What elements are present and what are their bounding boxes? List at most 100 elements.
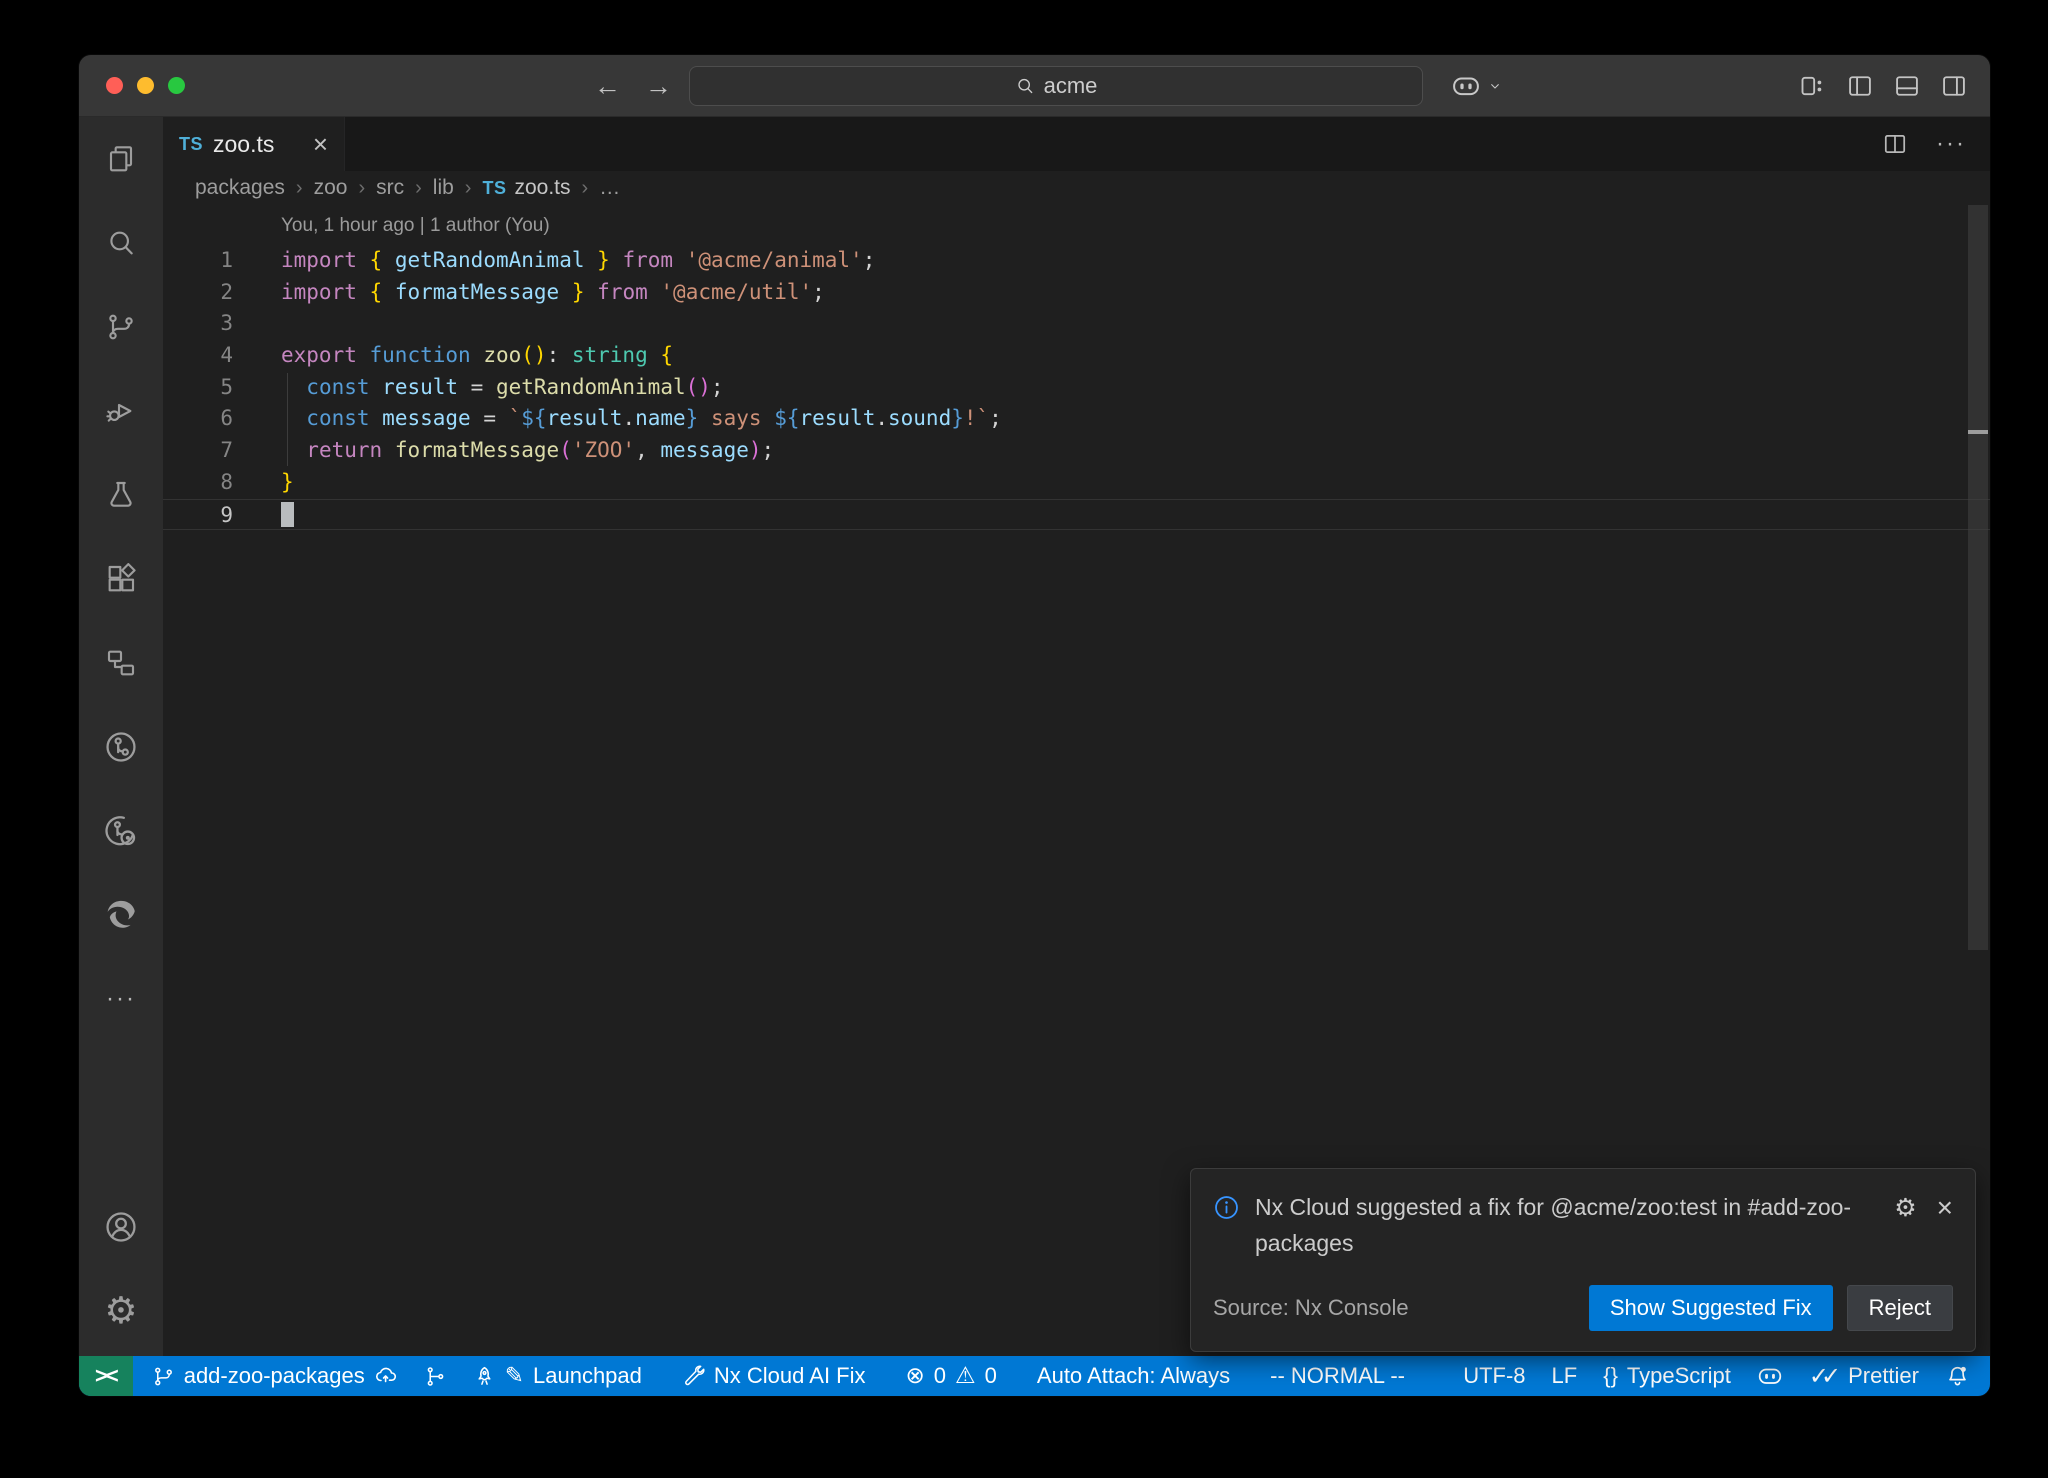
wrench-icon	[682, 1365, 705, 1388]
forward-icon[interactable]: →	[645, 71, 672, 102]
command-center-search[interactable]: acme	[689, 66, 1423, 106]
breadcrumb-file[interactable]: TS zoo.ts	[482, 176, 570, 200]
toggle-sidebar-left-icon[interactable]	[1846, 72, 1874, 100]
braces-icon: {}	[1603, 1363, 1618, 1389]
title-bar: ← → acme	[79, 55, 1990, 117]
close-window-button[interactable]	[106, 77, 123, 94]
nx-console-icon[interactable]	[104, 730, 138, 764]
indent-guide	[287, 373, 288, 466]
nx-cloud-fix-status-item[interactable]: Nx Cloud AI Fix	[669, 1356, 879, 1396]
show-suggested-fix-button[interactable]: Show Suggested Fix	[1589, 1285, 1833, 1331]
tab-bar: TS zoo.ts × ···	[163, 117, 1990, 171]
code-line[interactable]: 7 return formatMessage('ZOO', message);	[163, 435, 1990, 467]
editor-more-actions-icon[interactable]: ···	[1936, 130, 1966, 158]
copilot-status-item[interactable]	[1744, 1356, 1796, 1396]
code-line[interactable]: 5 const result = getRandomAnimal();	[163, 372, 1990, 404]
search-icon[interactable]	[104, 226, 138, 260]
breadcrumb-separator: ›	[358, 177, 365, 200]
command-center-value: acme	[1044, 73, 1098, 99]
activity-bar: ··· ⚙	[79, 117, 163, 1356]
cloud-upload-icon	[374, 1364, 398, 1388]
minimize-window-button[interactable]	[137, 77, 154, 94]
git-branch-icon	[152, 1365, 175, 1388]
split-editor-icon[interactable]	[1882, 131, 1908, 157]
commit-graph-status-item[interactable]	[411, 1356, 460, 1396]
notifications-bell[interactable]	[1932, 1356, 1990, 1396]
source-control-icon[interactable]	[104, 310, 138, 344]
edge-tools-icon[interactable]	[104, 898, 138, 932]
more-views-icon[interactable]: ···	[104, 982, 138, 1016]
code-line[interactable]: 2import { formatMessage } from '@acme/ut…	[163, 277, 1990, 309]
nx-cloud-icon[interactable]	[104, 814, 138, 848]
notification-toast: Nx Cloud suggested a fix for @acme/zoo:t…	[1190, 1168, 1976, 1352]
branch-status-item[interactable]: add-zoo-packages	[139, 1356, 411, 1396]
remote-indicator[interactable]: ><	[79, 1356, 133, 1396]
search-icon	[1015, 76, 1035, 96]
breadcrumb-separator: ›	[582, 177, 589, 200]
typescript-file-icon: TS	[482, 178, 506, 199]
vertical-scrollbar[interactable]	[1968, 205, 1988, 950]
breadcrumb-overflow[interactable]: …	[599, 176, 620, 200]
warning-count: 0	[985, 1363, 997, 1389]
copilot-icon	[1451, 71, 1481, 101]
notification-settings-icon[interactable]: ⚙	[1894, 1193, 1916, 1222]
encoding-status-item[interactable]: UTF-8	[1450, 1356, 1538, 1396]
breadcrumb-separator: ›	[415, 177, 422, 200]
status-bar: >< add-zoo-packages ✎ Launchpad Nx Cloud…	[79, 1356, 1990, 1396]
customize-layout-icon[interactable]	[1799, 72, 1827, 100]
error-count: 0	[934, 1363, 946, 1389]
project-graph-icon[interactable]	[104, 646, 138, 680]
notification-source: Source: Nx Console	[1213, 1295, 1409, 1321]
editor-cursor	[281, 502, 294, 527]
testing-icon[interactable]	[104, 478, 138, 512]
account-icon[interactable]	[104, 1210, 138, 1244]
reject-button[interactable]: Reject	[1847, 1285, 1953, 1331]
problems-status-item[interactable]: ⊗ 0 ⚠ 0	[893, 1356, 1010, 1396]
code-line[interactable]: 9	[163, 499, 1990, 531]
breadcrumb-item[interactable]: lib	[433, 176, 454, 200]
info-icon	[1213, 1194, 1240, 1221]
tab-label: zoo.ts	[213, 131, 274, 158]
breadcrumb-separator: ›	[465, 177, 472, 200]
tab-zoo-ts[interactable]: TS zoo.ts ×	[163, 117, 345, 171]
code-line[interactable]: 6 const message = `${result.name} says $…	[163, 403, 1990, 435]
auto-attach-status-item[interactable]: Auto Attach: Always	[1024, 1356, 1243, 1396]
language-status-item[interactable]: {} TypeScript	[1590, 1356, 1744, 1396]
back-icon[interactable]: ←	[594, 71, 621, 102]
extensions-icon[interactable]	[104, 562, 138, 596]
warning-icon: ⚠	[955, 1365, 976, 1388]
code-line[interactable]: 4export function zoo(): string {	[163, 340, 1990, 372]
overview-ruler-cursor-mark	[1968, 430, 1988, 434]
code-line[interactable]: 1import { getRandomAnimal } from '@acme/…	[163, 245, 1990, 277]
git-blame-codelens[interactable]: You, 1 hour ago | 1 author (You)	[281, 213, 1990, 239]
typescript-file-icon: TS	[179, 134, 203, 155]
breadcrumb-item[interactable]: zoo	[314, 176, 348, 200]
vscode-window: ← → acme ···	[79, 55, 1990, 1396]
maximize-window-button[interactable]	[168, 77, 185, 94]
notification-close-icon[interactable]: ×	[1937, 1195, 1953, 1221]
toggle-panel-icon[interactable]	[1893, 72, 1921, 100]
launchpad-status-item[interactable]: ✎ Launchpad	[460, 1356, 655, 1396]
code-line[interactable]: 8}	[163, 467, 1990, 499]
error-icon: ⊗	[906, 1365, 925, 1388]
chevron-down-icon	[1487, 78, 1503, 94]
vim-mode-status-item[interactable]: -- NORMAL --	[1257, 1356, 1418, 1396]
close-tab-icon[interactable]: ×	[313, 131, 328, 157]
run-debug-icon[interactable]	[104, 394, 138, 428]
traffic-lights	[79, 77, 185, 94]
code-line[interactable]: 3	[163, 308, 1990, 340]
formatter-status-item[interactable]: ✓✓ Prettier	[1796, 1356, 1932, 1396]
breadcrumb-item[interactable]: packages	[195, 176, 285, 200]
eol-status-item[interactable]: LF	[1539, 1356, 1591, 1396]
copilot-menu[interactable]	[1451, 55, 1503, 117]
settings-gear-icon[interactable]: ⚙	[104, 1294, 138, 1328]
bell-icon	[1945, 1364, 1970, 1389]
copilot-icon	[1757, 1363, 1783, 1389]
breadcrumb-separator: ›	[296, 177, 303, 200]
notification-message: Nx Cloud suggested a fix for @acme/zoo:t…	[1255, 1189, 1879, 1261]
breadcrumb-item[interactable]: src	[376, 176, 404, 200]
explorer-icon[interactable]	[104, 142, 138, 176]
rocket-icon	[473, 1365, 496, 1388]
code-lines: 1import { getRandomAnimal } from '@acme/…	[163, 245, 1990, 530]
toggle-sidebar-right-icon[interactable]	[1940, 72, 1968, 100]
